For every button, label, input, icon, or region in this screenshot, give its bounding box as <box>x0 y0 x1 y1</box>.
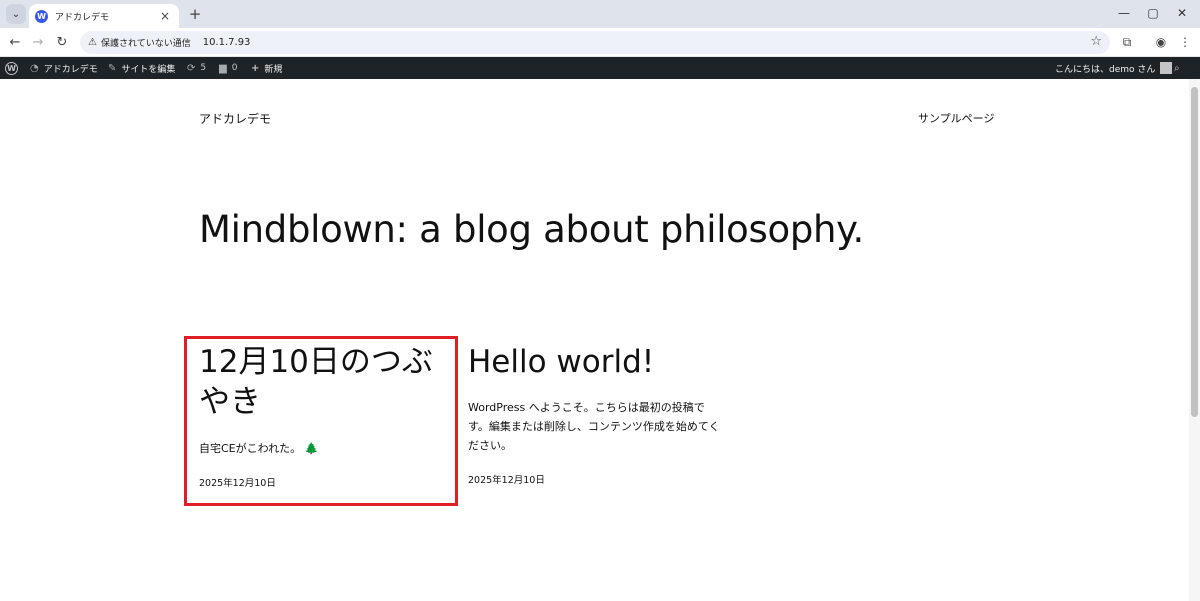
post-date: 2025年12月10日 <box>199 478 276 489</box>
post-title-link[interactable]: Hello world! <box>468 342 654 382</box>
wp-logo-menu[interactable]: W <box>5 57 18 79</box>
search-icon: ⌕ <box>1174 62 1180 74</box>
new-label: 新規 <box>264 64 283 75</box>
wordpress-favicon-icon: W <box>35 9 48 23</box>
admin-bar-site-name[interactable]: ◔ アドカレデモ <box>30 57 98 79</box>
forward-button[interactable]: → <box>29 33 47 51</box>
admin-bar-my-account[interactable]: こんにちは、demo さん <box>1055 57 1173 79</box>
nav-item-sample-page[interactable]: サンプルページ <box>918 110 994 126</box>
browser-toolbar: ← → ↻ ⚠ 保護されていない通信 10.1.7.93 ☆ ⧉ ◉ ⋮ <box>0 28 1200 57</box>
minimize-button[interactable]: — <box>1114 4 1134 22</box>
plus-icon: + <box>251 62 260 74</box>
admin-bar-comments[interactable]: ▆ 0 <box>219 57 237 79</box>
page-scrollbar[interactable] <box>1189 79 1200 601</box>
post-excerpt: 自宅CEがこわれた。 🌲 <box>199 440 318 456</box>
close-window-button[interactable]: ✕ <box>1172 4 1192 22</box>
post-excerpt-text: 自宅CEがこわれた。 <box>199 442 302 455</box>
dashboard-icon: ◔ <box>30 62 39 74</box>
site-title-link[interactable]: アドカレデモ <box>199 110 271 127</box>
wp-admin-bar: W ◔ アドカレデモ ✎ サイトを編集 ⟳ 5 ▆ 0 + 新規 こんにちは、d… <box>0 57 1200 79</box>
post-excerpt: WordPress へようこそ。こちらは最初の投稿です。編集または削除し、コンテ… <box>468 401 720 452</box>
edit-site-label: サイトを編集 <box>121 64 176 75</box>
admin-bar-edit-site[interactable]: ✎ サイトを編集 <box>108 57 175 79</box>
reload-button[interactable]: ↻ <box>53 33 71 51</box>
updates-icon: ⟳ <box>187 62 196 74</box>
profile-icon[interactable]: ◉ <box>1152 33 1170 51</box>
page-heading: Mindblown: a blog about philosophy. <box>199 208 864 251</box>
warning-triangle-icon[interactable]: ⚠ <box>88 37 97 48</box>
browser-tab[interactable]: W アドカレデモ × <box>29 4 179 28</box>
greeting-label: こんにちは、demo さん <box>1055 64 1156 75</box>
admin-bar-new[interactable]: + 新規 <box>251 57 282 79</box>
tab-search-button[interactable]: ⌄ <box>6 4 26 24</box>
updates-count: 5 <box>200 63 207 73</box>
address-bar[interactable]: ⚠ 保護されていない通信 10.1.7.93 ☆ <box>80 31 1110 54</box>
tab-title: アドカレデモ <box>55 12 110 23</box>
post-title-link[interactable]: 12月10日のつぶやき <box>199 342 449 422</box>
extensions-icon[interactable]: ⧉ <box>1118 33 1136 51</box>
new-tab-button[interactable]: + <box>186 5 204 23</box>
wordpress-logo-icon: W <box>5 61 18 75</box>
bookmark-star-icon[interactable]: ☆ <box>1090 34 1102 49</box>
admin-bar-updates[interactable]: ⟳ 5 <box>187 57 206 79</box>
post-date: 2025年12月10日 <box>468 475 545 486</box>
brush-icon: ✎ <box>108 62 117 74</box>
tab-close-icon[interactable]: × <box>160 9 170 23</box>
back-button[interactable]: ← <box>6 33 24 51</box>
security-status[interactable]: 保護されていない通信 <box>101 36 191 49</box>
comments-count: 0 <box>231 63 238 73</box>
avatar <box>1160 62 1173 74</box>
url-text[interactable]: 10.1.7.93 <box>203 37 251 48</box>
admin-bar-search[interactable]: ⌕ <box>1174 57 1185 79</box>
comment-icon: ▆ <box>219 62 227 74</box>
browser-tab-strip: ⌄ W アドカレデモ × + — ▢ ✕ <box>0 0 1200 28</box>
site-name-label: アドカレデモ <box>43 64 98 75</box>
scrollbar-thumb[interactable] <box>1191 87 1198 417</box>
maximize-button[interactable]: ▢ <box>1143 4 1163 22</box>
menu-kebab-icon[interactable]: ⋮ <box>1176 33 1194 51</box>
tree-emoji-icon: 🌲 <box>304 442 319 455</box>
